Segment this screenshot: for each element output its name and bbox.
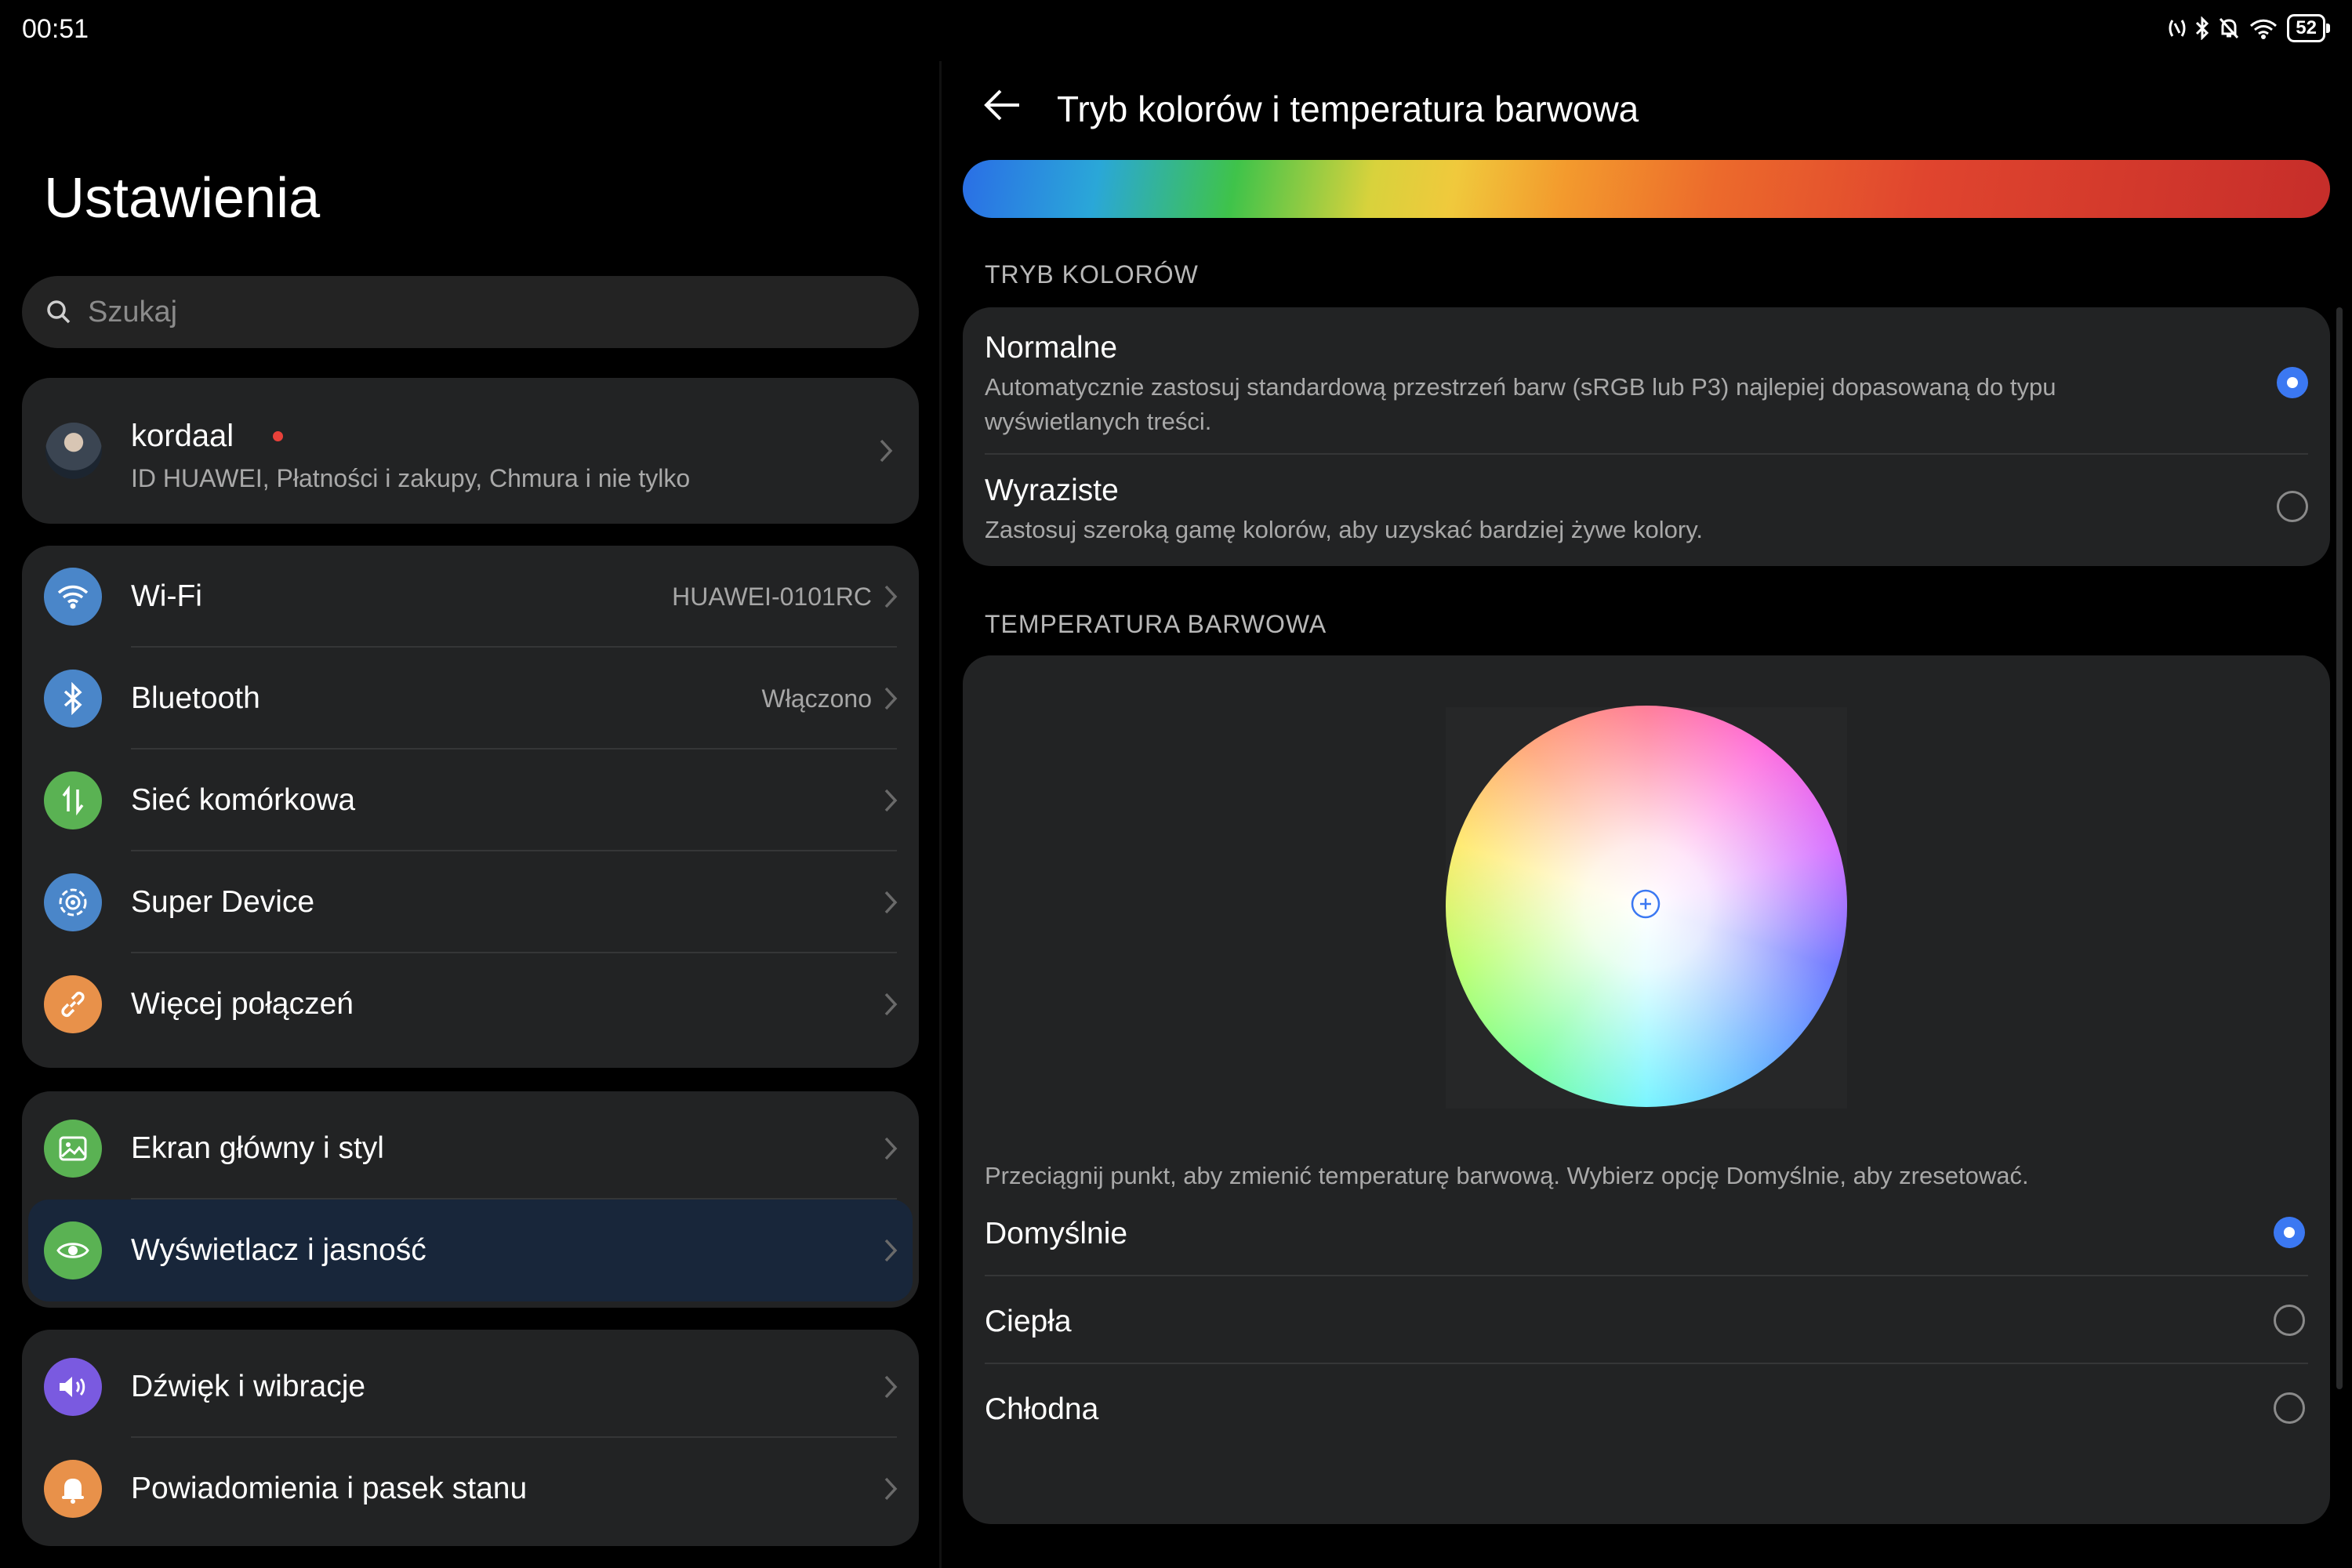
display-group: Ekran główny i styl Wyświetlacz i jasnoś… — [22, 1091, 919, 1308]
color-mode-header: TRYB KOLORÓW — [985, 260, 1199, 289]
sidebar-item-bluetooth[interactable]: Bluetooth Włączono — [22, 648, 919, 750]
sidebar-item-label: Powiadomienia i pasek stanu — [131, 1472, 528, 1505]
battery-indicator: 52 — [2287, 14, 2330, 42]
search-bar[interactable] — [22, 276, 919, 348]
mobile-network-icon — [44, 771, 102, 829]
radio-vivid[interactable] — [2277, 491, 2308, 522]
sidebar-item-super-device[interactable]: Super Device — [22, 851, 919, 953]
sidebar-item-label: Super Device — [131, 885, 315, 919]
chevron-right-icon — [884, 891, 898, 914]
color-mode-option-normal[interactable]: Normalne Automatycznie zastosuj standard… — [963, 307, 2330, 453]
sidebar-item-label: Sieć komórkowa — [131, 783, 356, 817]
option-title: Ciepła — [985, 1305, 1072, 1338]
chevron-right-icon — [884, 1477, 898, 1501]
bluetooth-status-icon — [2196, 16, 2209, 40]
sidebar-item-display[interactable]: Wyświetlacz i jasność — [28, 1200, 913, 1301]
option-description: Automatycznie zastosuj standardową przes… — [985, 373, 2056, 435]
radio-normal[interactable] — [2277, 367, 2308, 398]
sidebar-item-label: Więcej połączeń — [131, 987, 354, 1021]
color-picker-handle[interactable] — [1630, 888, 1661, 920]
sound-group: Dźwięk i wibracje Powiadomienia i pasek … — [22, 1330, 919, 1546]
bell-icon — [44, 1460, 102, 1518]
sidebar-item-label: Dźwięk i wibracje — [131, 1370, 366, 1403]
option-description: Zastosuj szeroką gamę kolorów, aby uzysk… — [985, 516, 1704, 543]
option-title: Chłodna — [985, 1392, 1099, 1426]
chevron-right-icon — [884, 1375, 898, 1399]
page-title: Ustawienia — [44, 167, 321, 230]
profile-subtitle: ID HUAWEI, Płatności i zakupy, Chmura i … — [131, 464, 691, 492]
search-input[interactable] — [86, 294, 795, 330]
temperature-option-cool[interactable]: Chłodna — [963, 1364, 2330, 1452]
mute-bell-icon — [2220, 17, 2239, 39]
sidebar-item-sound[interactable]: Dźwięk i wibracje — [22, 1336, 919, 1438]
chevron-right-icon — [884, 789, 898, 812]
temperature-hint: Przeciągnij punkt, aby zmienić temperatu… — [985, 1162, 2029, 1189]
sidebar-item-label: Ekran główny i styl — [131, 1131, 384, 1165]
sidebar-item-notifications[interactable]: Powiadomienia i pasek stanu — [22, 1438, 919, 1540]
avatar — [45, 423, 102, 479]
status-icons: 52 — [2168, 13, 2330, 44]
chevron-right-icon — [884, 1137, 898, 1160]
chevron-right-icon — [884, 585, 898, 608]
chevron-right-icon — [880, 439, 893, 463]
sidebar-item-home-screen[interactable]: Ekran główny i styl — [22, 1098, 919, 1200]
chevron-right-icon — [884, 687, 898, 710]
color-mode-option-vivid[interactable]: Wyraziste Zastosuj szeroką gamę kolorów,… — [963, 455, 2330, 566]
radio-warm[interactable] — [2274, 1305, 2305, 1336]
option-title: Wyraziste — [985, 474, 1119, 507]
chevron-right-icon — [884, 993, 898, 1016]
connectivity-group: Wi-Fi HUAWEI-0101RC Bluetooth Włączono S… — [22, 546, 919, 1068]
scrollbar[interactable] — [2336, 307, 2343, 1389]
radio-default[interactable] — [2274, 1217, 2305, 1248]
color-mode-card: Normalne Automatycznie zastosuj standard… — [963, 307, 2330, 566]
pane-divider — [939, 61, 942, 1568]
status-time: 00:51 — [22, 14, 89, 44]
eye-icon — [44, 1221, 102, 1279]
sidebar-item-more-connections[interactable]: Więcej połączeń — [22, 953, 919, 1055]
detail-title: Tryb kolorów i temperatura barwowa — [1057, 89, 1639, 129]
notification-dot — [273, 431, 283, 441]
nfc-icon — [2169, 20, 2186, 37]
sidebar-item-label: Wyświetlacz i jasność — [131, 1233, 426, 1267]
radio-cool[interactable] — [2274, 1392, 2305, 1424]
profile-name: kordaal — [131, 419, 234, 453]
sidebar-item-value: Włączono — [761, 684, 873, 713]
temperature-header: TEMPERATURA BARWOWA — [985, 610, 1327, 638]
back-arrow-icon[interactable] — [982, 83, 1025, 127]
sidebar-item-value: HUAWEI-0101RC — [672, 582, 872, 611]
profile-card[interactable]: kordaal ID HUAWEI, Płatności i zakupy, C… — [22, 378, 919, 524]
option-title: Normalne — [985, 331, 1118, 365]
bluetooth-icon — [44, 670, 102, 728]
link-icon — [44, 975, 102, 1033]
image-icon — [44, 1120, 102, 1178]
super-device-icon — [44, 873, 102, 931]
temperature-option-warm[interactable]: Ciepła — [963, 1276, 2330, 1364]
color-temperature-card: Przeciągnij punkt, aby zmienić temperatu… — [963, 655, 2330, 1524]
temperature-option-default[interactable]: Domyślnie — [963, 1189, 2330, 1276]
chevron-right-icon — [884, 1239, 898, 1262]
speaker-icon — [44, 1358, 102, 1416]
option-title: Domyślnie — [985, 1217, 1128, 1250]
search-icon — [47, 300, 71, 324]
wifi-icon — [44, 568, 102, 626]
wifi-status-icon — [2250, 19, 2278, 39]
color-preview-banner — [963, 160, 2330, 218]
sidebar-item-wifi[interactable]: Wi-Fi HUAWEI-0101RC — [22, 546, 919, 648]
sidebar-item-label: Bluetooth — [131, 681, 260, 715]
sidebar-item-label: Wi-Fi — [131, 579, 202, 613]
sidebar-item-mobile-network[interactable]: Sieć komórkowa — [22, 750, 919, 851]
